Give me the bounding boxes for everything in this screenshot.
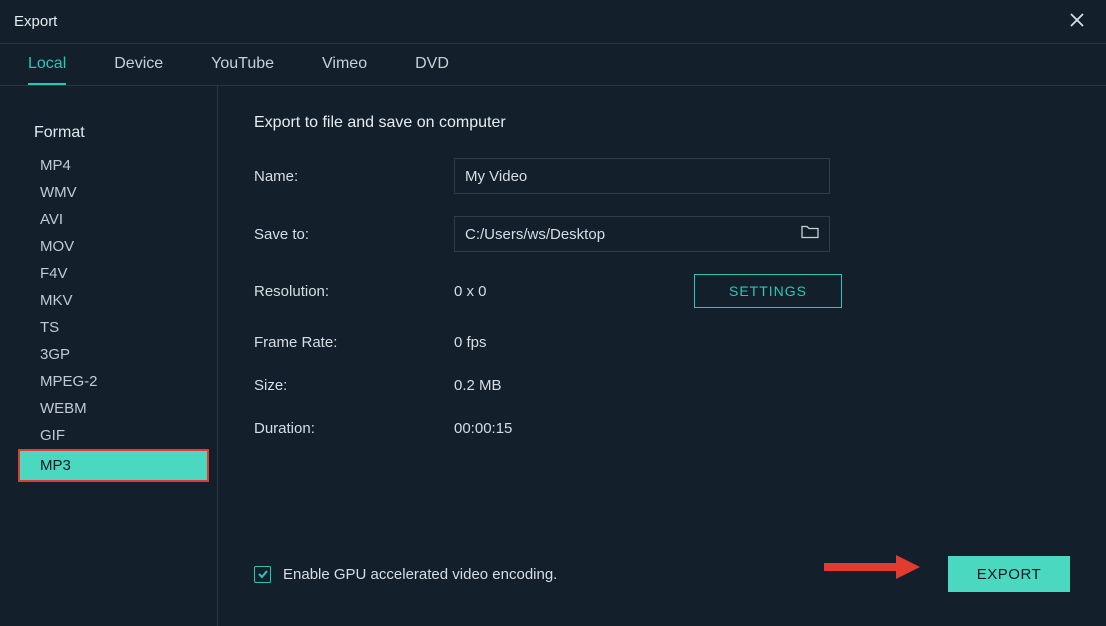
duration-label: Duration: [254, 420, 454, 437]
annotation-arrow [820, 553, 920, 586]
format-item-mov[interactable]: MOV [0, 233, 217, 260]
tab-local[interactable]: Local [28, 44, 66, 85]
close-icon[interactable] [1064, 9, 1090, 34]
save-to-label: Save to: [254, 226, 454, 243]
gpu-checkbox[interactable] [254, 566, 271, 583]
tab-youtube[interactable]: YouTube [211, 44, 274, 85]
export-button[interactable]: EXPORT [948, 556, 1070, 592]
tab-dvd[interactable]: DVD [415, 44, 449, 85]
save-to-input[interactable] [465, 226, 819, 243]
format-item-mkv[interactable]: MKV [0, 287, 217, 314]
main-panel: Export to file and save on computer Name… [218, 86, 1106, 626]
save-to-input-wrap[interactable] [454, 216, 830, 252]
frame-rate-value: 0 fps [454, 334, 694, 351]
tab-vimeo[interactable]: Vimeo [322, 44, 367, 85]
name-input[interactable] [465, 168, 819, 185]
section-title: Export to file and save on computer [254, 114, 1070, 132]
format-item-ts[interactable]: TS [0, 314, 217, 341]
format-item-wmv[interactable]: WMV [0, 179, 217, 206]
size-value: 0.2 MB [454, 377, 694, 394]
format-sidebar: Format MP4 WMV AVI MOV F4V MKV TS 3GP MP… [0, 86, 218, 626]
format-item-avi[interactable]: AVI [0, 206, 217, 233]
format-item-3gp[interactable]: 3GP [0, 341, 217, 368]
tab-device[interactable]: Device [114, 44, 163, 85]
name-label: Name: [254, 168, 454, 185]
resolution-label: Resolution: [254, 283, 454, 300]
format-item-gif[interactable]: GIF [0, 422, 217, 449]
gpu-checkbox-label: Enable GPU accelerated video encoding. [283, 566, 557, 583]
tabs-bar: Local Device YouTube Vimeo DVD [0, 44, 1106, 86]
duration-value: 00:00:15 [454, 420, 694, 437]
frame-rate-label: Frame Rate: [254, 334, 454, 351]
format-item-f4v[interactable]: F4V [0, 260, 217, 287]
size-label: Size: [254, 377, 454, 394]
format-item-webm[interactable]: WEBM [0, 395, 217, 422]
window-title: Export [14, 13, 57, 30]
format-heading: Format [0, 114, 217, 152]
name-input-wrap[interactable] [454, 158, 830, 194]
folder-icon[interactable] [801, 225, 819, 244]
format-item-mpeg2[interactable]: MPEG-2 [0, 368, 217, 395]
resolution-value: 0 x 0 [454, 283, 694, 300]
format-item-mp3[interactable]: MP3 [18, 449, 209, 482]
format-item-mp4[interactable]: MP4 [0, 152, 217, 179]
settings-button[interactable]: SETTINGS [694, 274, 842, 308]
